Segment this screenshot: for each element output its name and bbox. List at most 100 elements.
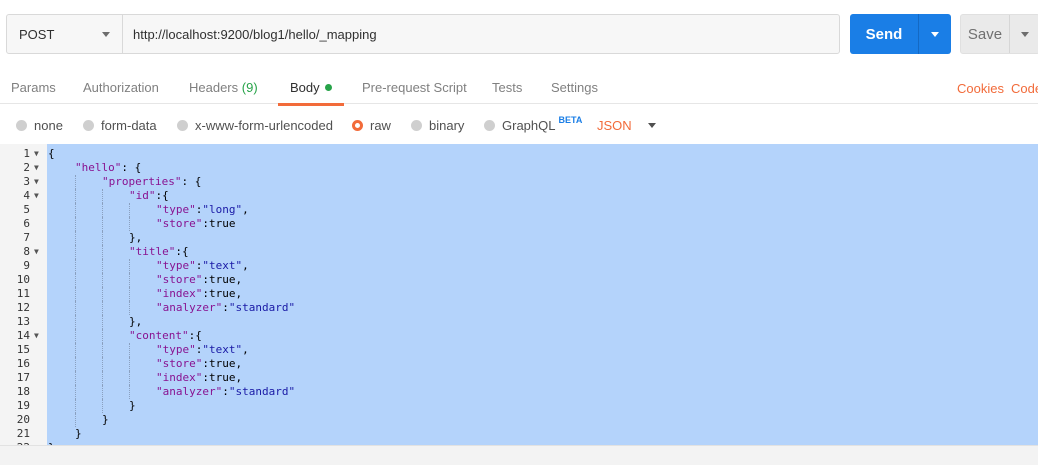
json-string: "text": [202, 259, 243, 272]
send-button[interactable]: Send: [850, 14, 918, 54]
indent-guide: [102, 189, 103, 203]
indent-guide: [75, 399, 76, 413]
indent-guide: [129, 385, 130, 399]
line-number: 6: [23, 217, 30, 230]
code-line: 19}: [0, 399, 1038, 413]
json-key: "properties": [102, 175, 182, 188]
line-number: 9: [23, 259, 30, 272]
code-text: "store":true: [156, 217, 236, 230]
code-line: 13},: [0, 315, 1038, 329]
line-number: 18: [16, 385, 30, 398]
code-line: 2 ▼ "hello": {: [0, 161, 1038, 175]
json-key: "store": [156, 357, 203, 370]
option-urlencoded[interactable]: x-www-form-urlencoded: [177, 118, 333, 133]
save-button[interactable]: Save: [961, 15, 1009, 53]
line-number: 20: [16, 413, 30, 426]
code-text: }: [75, 427, 82, 440]
indent-guide: [75, 413, 76, 427]
tab-tests[interactable]: Tests: [492, 80, 522, 95]
indent-guide: [75, 203, 76, 217]
code-line: 1 ▼ {: [0, 147, 1038, 161]
radio-icon: [177, 120, 188, 131]
fold-toggle-icon[interactable]: ▼: [34, 147, 39, 161]
code-text: },: [129, 315, 143, 328]
save-options-button[interactable]: [1009, 15, 1038, 53]
tab-authorization[interactable]: Authorization: [83, 80, 159, 95]
option-none[interactable]: none: [16, 118, 63, 133]
indent-guide: [129, 273, 130, 287]
json-key: "type": [156, 203, 196, 216]
code-line: 14 ▼ "content":{: [0, 329, 1038, 343]
indent-guide: [75, 189, 76, 203]
option-raw-label: raw: [370, 118, 391, 133]
code-text: "type":"text",: [156, 259, 249, 272]
indent-guide: [75, 287, 76, 301]
code-link[interactable]: Code: [1011, 81, 1038, 96]
line-number: 21: [16, 427, 30, 440]
indent-guide: [129, 259, 130, 273]
option-raw[interactable]: raw: [352, 118, 391, 133]
chevron-down-icon: [647, 123, 656, 128]
indent-guide: [75, 231, 76, 245]
line-number: 4: [23, 189, 30, 202]
option-binary[interactable]: binary: [411, 118, 464, 133]
line-number: 8: [23, 245, 30, 258]
option-graphql[interactable]: GraphQL BETA: [484, 115, 582, 133]
line-number: 12: [16, 301, 30, 314]
line-number: 10: [16, 273, 30, 286]
line-number: 16: [16, 357, 30, 370]
json-key: "index": [156, 371, 203, 384]
code-line: 18 "analyzer":"standard": [0, 385, 1038, 399]
url-input[interactable]: http://localhost:9200/blog1/hello/_mappi…: [123, 15, 839, 53]
json-key: "index": [156, 287, 203, 300]
headers-count: (9): [241, 80, 258, 95]
fold-toggle-icon[interactable]: ▼: [34, 245, 39, 259]
code-editor[interactable]: 1 ▼ {2 ▼ "hello": {3 ▼ "properties": {4 ▼ "id":{…: [0, 144, 1038, 445]
tab-params[interactable]: Params: [11, 80, 56, 95]
indent-guide: [129, 301, 130, 315]
cookies-link[interactable]: Cookies: [957, 81, 1004, 96]
tab-prerequest-script[interactable]: Pre-request Script: [362, 80, 467, 95]
status-dot-icon: [324, 84, 332, 91]
json-key: "store": [156, 217, 203, 230]
code-text: "hello": {: [75, 161, 142, 174]
code-text: "type":"text",: [156, 343, 249, 356]
fold-toggle-icon[interactable]: ▼: [34, 189, 39, 203]
tab-body-label: Body: [290, 80, 320, 95]
code-text: "index":true,: [156, 287, 243, 300]
indent-guide: [102, 357, 103, 371]
body-type-options: none form-data x-www-form-urlencoded raw…: [0, 108, 1038, 144]
code-text: "analyzer":"standard": [156, 301, 296, 314]
format-label: JSON: [597, 118, 632, 133]
indent-guide: [75, 301, 76, 315]
option-urlencoded-label: x-www-form-urlencoded: [195, 118, 333, 133]
option-form-data[interactable]: form-data: [83, 118, 157, 133]
indent-guide: [129, 357, 130, 371]
send-options-button[interactable]: [918, 14, 951, 54]
indent-guide: [102, 273, 103, 287]
tab-body[interactable]: Body: [278, 80, 344, 106]
fold-toggle-icon[interactable]: ▼: [34, 329, 39, 343]
json-key: "id": [129, 189, 156, 202]
tab-settings[interactable]: Settings: [551, 80, 598, 95]
code-line: 8 ▼ "title":{: [0, 245, 1038, 259]
fold-toggle-icon[interactable]: ▼: [34, 161, 39, 175]
code-line: 9 "type":"text",: [0, 259, 1038, 273]
tab-headers[interactable]: Headers (9): [189, 80, 258, 95]
method-label: POST: [19, 26, 55, 42]
code-line: 4 ▼ "id":{: [0, 189, 1038, 203]
code-text: "store":true,: [156, 357, 243, 370]
request-bar: POST http://localhost:9200/blog1/hello/_…: [6, 14, 840, 54]
fold-toggle-icon[interactable]: ▼: [34, 175, 39, 189]
format-select[interactable]: JSON: [597, 118, 656, 133]
chevron-down-icon: [1020, 31, 1029, 37]
option-form-data-label: form-data: [101, 118, 157, 133]
indent-guide: [129, 343, 130, 357]
line-number: 5: [23, 203, 30, 216]
json-key: "type": [156, 259, 196, 272]
indent-guide: [129, 287, 130, 301]
indent-guide: [102, 343, 103, 357]
method-select[interactable]: POST: [7, 15, 123, 53]
indent-guide: [75, 329, 76, 343]
code-line: 16 "store":true,: [0, 357, 1038, 371]
